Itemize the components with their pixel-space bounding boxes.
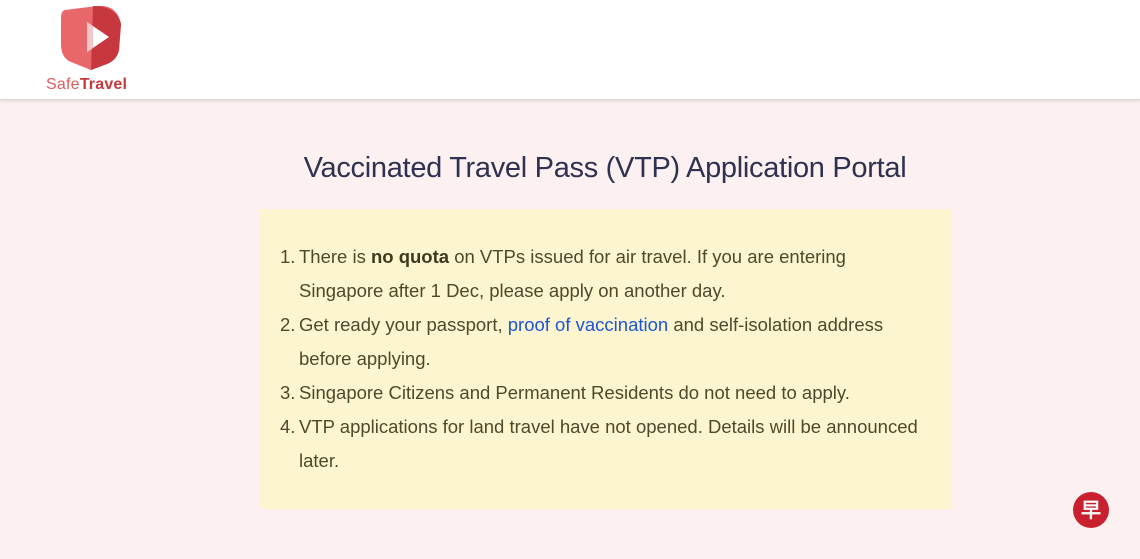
list-item-emphasis: no quota <box>370 246 450 267</box>
list-item-number: 2. <box>280 314 296 335</box>
brand-name: SafeTravel <box>46 76 127 94</box>
safetravel-logo[interactable]: SafeTravel <box>44 4 136 94</box>
list-item-text: Get ready your passport, <box>299 314 508 335</box>
zaobao-badge-icon: 早 <box>1073 492 1109 528</box>
list-item-text: Singapore Citizens and Permanent Residen… <box>299 382 850 403</box>
play-shield-icon <box>61 5 121 70</box>
list-item: 3. Singapore Citizens and Permanent Resi… <box>280 376 920 410</box>
list-item-number: 4. <box>280 416 296 437</box>
proof-of-vaccination-link[interactable]: proof of vaccination <box>508 314 668 335</box>
list-item-text: There is <box>299 246 371 267</box>
brand-name-part2: Travel <box>79 76 128 93</box>
notice-box: 1. There is no quota on VTPs issued for … <box>260 209 952 509</box>
list-item: 2. Get ready your passport, proof of vac… <box>280 308 920 376</box>
list-item: 4. VTP applications for land travel have… <box>280 410 920 478</box>
list-item: 1. There is no quota on VTPs issued for … <box>280 240 920 308</box>
list-item-number: 1. <box>280 246 296 267</box>
page-title: Vaccinated Travel Pass (VTP) Application… <box>303 152 907 184</box>
header: SafeTravel <box>0 0 1140 100</box>
instructions-list: 1. There is no quota on VTPs issued for … <box>280 240 920 478</box>
list-item-number: 3. <box>280 382 296 403</box>
list-item-text: VTP applications for land travel have no… <box>299 416 918 471</box>
brand-name-part1: Safe <box>46 76 80 93</box>
